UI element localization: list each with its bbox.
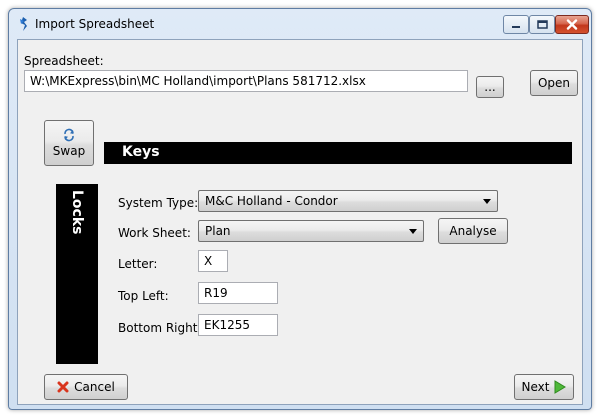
- import-spreadsheet-window: Import Spreadsheet Spreadsheet: W:\MKExp…: [8, 8, 592, 410]
- bottom-right-label: Bottom Right:: [118, 321, 202, 335]
- swap-button-label: Swap: [52, 144, 86, 158]
- chevron-down-icon: [483, 199, 491, 204]
- analyse-button[interactable]: Analyse: [438, 218, 508, 244]
- work-sheet-label: Work Sheet:: [118, 226, 191, 240]
- letter-label: Letter:: [118, 257, 158, 271]
- browse-button[interactable]: ...: [476, 76, 504, 98]
- swap-button[interactable]: Swap: [44, 120, 94, 166]
- work-sheet-value: Plan: [205, 224, 231, 238]
- system-type-label: System Type:: [118, 196, 199, 210]
- top-left-field[interactable]: R19: [198, 282, 278, 304]
- chevron-down-icon: [409, 229, 417, 234]
- spreadsheet-label: Spreadsheet:: [24, 54, 104, 68]
- bottom-right-field[interactable]: EK1255: [198, 314, 278, 336]
- maximize-button[interactable]: [529, 15, 555, 34]
- spreadsheet-path-field[interactable]: W:\MKExpress\bin\MC Holland\import\Plans…: [24, 70, 468, 92]
- dialog-body: Spreadsheet: W:\MKExpress\bin\MC Holland…: [17, 39, 583, 405]
- app-icon: [20, 17, 27, 31]
- cancel-button[interactable]: Cancel: [44, 374, 128, 400]
- cancel-button-label: Cancel: [74, 380, 115, 394]
- close-button[interactable]: [555, 15, 589, 34]
- next-button[interactable]: Next: [514, 374, 574, 400]
- system-type-select[interactable]: M&C Holland - Condor: [198, 190, 498, 212]
- open-button[interactable]: Open: [530, 70, 578, 96]
- play-arrow-icon: [554, 380, 567, 394]
- top-left-label: Top Left:: [118, 289, 169, 303]
- analyse-button-label: Analyse: [449, 224, 497, 238]
- work-sheet-select[interactable]: Plan: [198, 220, 424, 242]
- open-button-label: Open: [537, 76, 571, 90]
- minimize-icon: [512, 25, 520, 28]
- keys-header: Keys: [104, 142, 572, 164]
- browse-button-label: ...: [484, 80, 496, 94]
- maximize-icon: [536, 20, 548, 29]
- title-bar: Import Spreadsheet: [9, 9, 591, 37]
- locks-title: Locks: [69, 190, 85, 235]
- keys-title: Keys: [122, 144, 160, 160]
- window-title: Import Spreadsheet: [35, 17, 155, 31]
- close-icon: [57, 381, 69, 393]
- minimize-button[interactable]: [503, 15, 529, 34]
- locks-header: Locks: [56, 184, 98, 364]
- next-button-label: Next: [521, 380, 550, 394]
- letter-field[interactable]: X: [198, 250, 228, 272]
- system-type-value: M&C Holland - Condor: [205, 194, 338, 208]
- swap-icon: [64, 128, 74, 142]
- close-icon: [566, 19, 578, 30]
